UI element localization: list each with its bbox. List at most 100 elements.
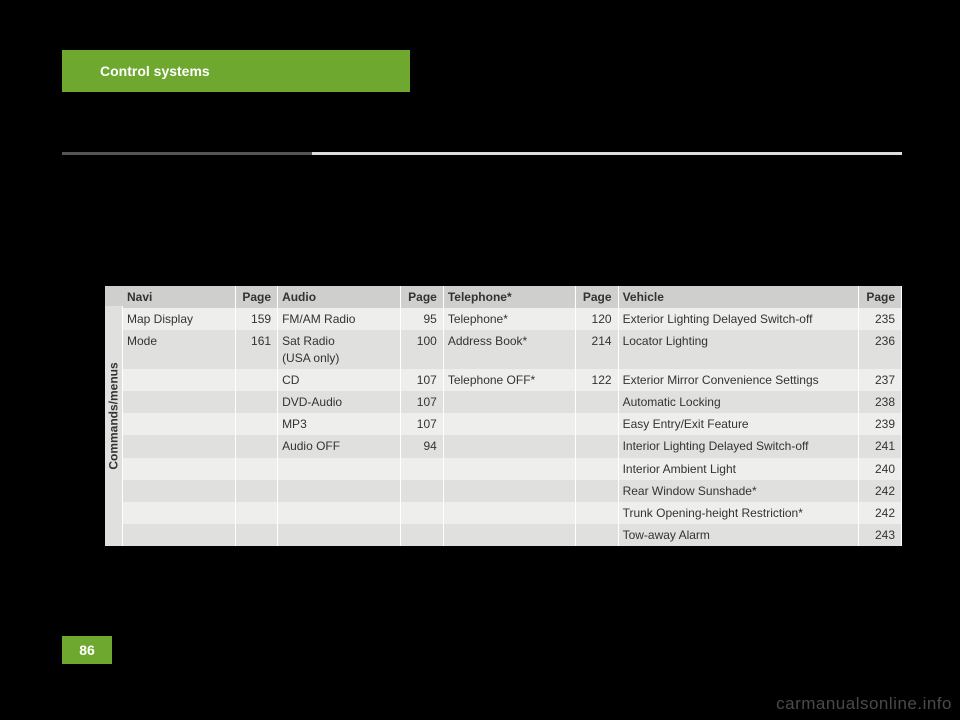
cell <box>235 369 278 391</box>
cell: 120 <box>576 308 619 330</box>
cell <box>278 480 401 502</box>
manual-page: Control systems Commands/menus Navi Page… <box>0 0 960 720</box>
watermark: carmanualsonline.info <box>776 694 952 714</box>
cell <box>123 435 235 457</box>
cell: Map Display <box>123 308 235 330</box>
cell <box>123 480 235 502</box>
section-title: Control systems <box>100 63 210 79</box>
table-row: MP3107 Easy Entry/Exit Feature239 <box>123 413 902 435</box>
cell: Interior Lighting Delayed Switch-off <box>618 435 859 457</box>
cell <box>443 502 575 524</box>
col-vehicle: Vehicle <box>618 286 859 308</box>
cell: Audio OFF <box>278 435 401 457</box>
cell: Locator Lighting <box>618 330 859 368</box>
table-sidebar-label-wrap: Commands/menus <box>105 286 123 546</box>
col-telephone: Telephone* <box>443 286 575 308</box>
cell: 240 <box>859 458 902 480</box>
table-sidebar: Commands/menus <box>105 286 123 546</box>
cell <box>123 413 235 435</box>
page-number-box: 86 <box>62 636 112 664</box>
divider <box>62 152 902 155</box>
cell: 161 <box>235 330 278 368</box>
table-header-row: Navi Page Audio Page Telephone* Page Veh… <box>123 286 902 308</box>
divider-dark <box>62 152 312 155</box>
page-number: 86 <box>79 642 95 658</box>
commands-table: Navi Page Audio Page Telephone* Page Veh… <box>123 286 902 546</box>
cell: 238 <box>859 391 902 413</box>
cell <box>235 502 278 524</box>
cell: Interior Ambient Light <box>618 458 859 480</box>
cell: Exterior Mirror Convenience Settings <box>618 369 859 391</box>
table-body: Map Display159FM/AM Radio95Telephone*120… <box>123 308 902 546</box>
cell <box>235 480 278 502</box>
cell <box>576 502 619 524</box>
cell <box>443 524 575 546</box>
table-row: DVD-Audio107Automatic Locking238 <box>123 391 902 413</box>
divider-light <box>312 152 902 155</box>
cell <box>401 524 444 546</box>
cell <box>278 524 401 546</box>
cell: Tow-away Alarm <box>618 524 859 546</box>
cell <box>123 458 235 480</box>
cell: Mode <box>123 330 235 368</box>
cell: Trunk Opening-height Restriction* <box>618 502 859 524</box>
cell <box>401 458 444 480</box>
cell <box>123 524 235 546</box>
cell <box>235 435 278 457</box>
table-row: Trunk Opening-height Restriction*242 <box>123 502 902 524</box>
col-audio: Audio <box>278 286 401 308</box>
table-row: Audio OFF94 Interior Lighting Delayed Swi… <box>123 435 902 457</box>
cell <box>576 458 619 480</box>
cell: MP3 <box>278 413 401 435</box>
cell <box>123 502 235 524</box>
table-row: Mode161Sat Radio(USA only)100Address Boo… <box>123 330 902 368</box>
cell: 122 <box>576 369 619 391</box>
section-header: Control systems <box>62 50 410 92</box>
table-row: Map Display159FM/AM Radio95Telephone*120… <box>123 308 902 330</box>
cell <box>278 502 401 524</box>
cell <box>443 435 575 457</box>
cell: 159 <box>235 308 278 330</box>
cell: 100 <box>401 330 444 368</box>
col-page-2: Page <box>401 286 444 308</box>
cell: 242 <box>859 480 902 502</box>
cell: Telephone* <box>443 308 575 330</box>
cell <box>443 480 575 502</box>
cell <box>443 413 575 435</box>
cell <box>576 391 619 413</box>
cell: 107 <box>401 413 444 435</box>
cell <box>401 502 444 524</box>
cell: 239 <box>859 413 902 435</box>
table-row: Rear Window Sunshade*242 <box>123 480 902 502</box>
cell: CD <box>278 369 401 391</box>
cell <box>576 524 619 546</box>
table-sidebar-label: Commands/menus <box>107 362 121 469</box>
cell <box>235 391 278 413</box>
cell: 107 <box>401 369 444 391</box>
table-row: CD107Telephone OFF*122Exterior Mirror Co… <box>123 369 902 391</box>
cell <box>235 413 278 435</box>
cell: 94 <box>401 435 444 457</box>
cell: 95 <box>401 308 444 330</box>
cell: Sat Radio(USA only) <box>278 330 401 368</box>
cell <box>278 458 401 480</box>
cell: FM/AM Radio <box>278 308 401 330</box>
cell <box>576 480 619 502</box>
col-page-3: Page <box>576 286 619 308</box>
cell: DVD-Audio <box>278 391 401 413</box>
cell: 237 <box>859 369 902 391</box>
cell: 107 <box>401 391 444 413</box>
cell: 242 <box>859 502 902 524</box>
cell: Telephone OFF* <box>443 369 575 391</box>
cell <box>235 458 278 480</box>
cell <box>443 458 575 480</box>
cell <box>123 369 235 391</box>
cell: Easy Entry/Exit Feature <box>618 413 859 435</box>
cell: 241 <box>859 435 902 457</box>
cell <box>235 524 278 546</box>
table-row: Tow-away Alarm243 <box>123 524 902 546</box>
cell: Exterior Lighting Delayed Switch-off <box>618 308 859 330</box>
cell: Rear Window Sunshade* <box>618 480 859 502</box>
cell: Address Book* <box>443 330 575 368</box>
table-row: Interior Ambient Light240 <box>123 458 902 480</box>
